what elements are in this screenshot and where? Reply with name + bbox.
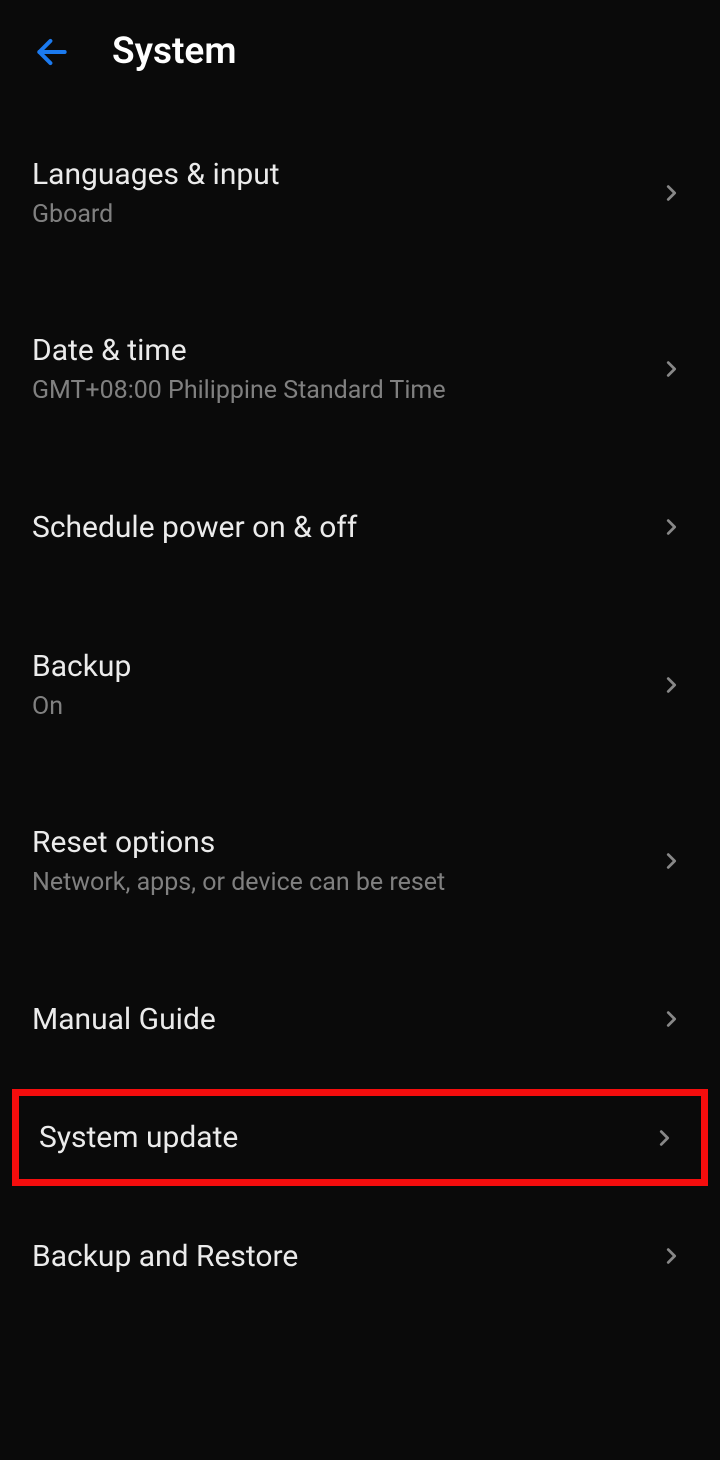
chevron-right-icon — [660, 1245, 682, 1267]
item-subtitle: Gboard — [32, 200, 660, 229]
page-title: System — [112, 30, 236, 73]
item-content: Date & time GMT+08:00 Philippine Standar… — [32, 333, 660, 405]
item-content: Manual Guide — [32, 1002, 660, 1037]
list-item-schedule-power[interactable]: Schedule power on & off — [0, 481, 720, 573]
chevron-right-icon — [653, 1127, 675, 1149]
arrow-left-icon — [33, 33, 71, 71]
item-label: Schedule power on & off — [32, 510, 660, 545]
spacer — [0, 749, 720, 797]
list-item-reset[interactable]: Reset options Network, apps, or device c… — [0, 797, 720, 925]
spacer — [0, 257, 720, 305]
chevron-right-icon — [660, 358, 682, 380]
item-label: Languages & input — [32, 157, 660, 192]
chevron-right-icon — [660, 516, 682, 538]
chevron-right-icon — [660, 674, 682, 696]
list-item-languages[interactable]: Languages & input Gboard — [0, 129, 720, 257]
spacer — [0, 433, 720, 481]
item-content: Backup On — [32, 649, 660, 721]
chevron-right-icon — [660, 850, 682, 872]
chevron-right-icon — [660, 182, 682, 204]
item-label: Backup — [32, 649, 660, 684]
item-label: Backup and Restore — [32, 1239, 660, 1274]
item-content: Schedule power on & off — [32, 510, 660, 545]
chevron-right-icon — [660, 1008, 682, 1030]
settings-list: Languages & input Gboard Date & time GMT… — [0, 97, 720, 1302]
item-label: Manual Guide — [32, 1002, 660, 1037]
item-content: Reset options Network, apps, or device c… — [32, 825, 660, 897]
highlight-annotation: System update — [12, 1089, 708, 1186]
list-item-manual-guide[interactable]: Manual Guide — [0, 973, 720, 1065]
item-content: Backup and Restore — [32, 1239, 660, 1274]
header: System — [0, 0, 720, 97]
item-label: Date & time — [32, 333, 660, 368]
list-item-backup[interactable]: Backup On — [0, 621, 720, 749]
list-item-system-update[interactable]: System update — [19, 1096, 701, 1179]
spacer — [0, 1186, 720, 1210]
item-label: Reset options — [32, 825, 660, 860]
item-subtitle: Network, apps, or device can be reset — [32, 868, 660, 897]
back-button[interactable] — [32, 32, 72, 72]
list-item-backup-restore[interactable]: Backup and Restore — [0, 1210, 720, 1302]
item-subtitle: GMT+08:00 Philippine Standard Time — [32, 376, 660, 405]
spacer — [0, 573, 720, 621]
item-content: Languages & input Gboard — [32, 157, 660, 229]
item-content: System update — [39, 1120, 653, 1155]
item-subtitle: On — [32, 692, 660, 721]
list-item-datetime[interactable]: Date & time GMT+08:00 Philippine Standar… — [0, 305, 720, 433]
spacer — [0, 925, 720, 973]
item-label: System update — [39, 1120, 653, 1155]
spacer — [0, 1065, 720, 1089]
